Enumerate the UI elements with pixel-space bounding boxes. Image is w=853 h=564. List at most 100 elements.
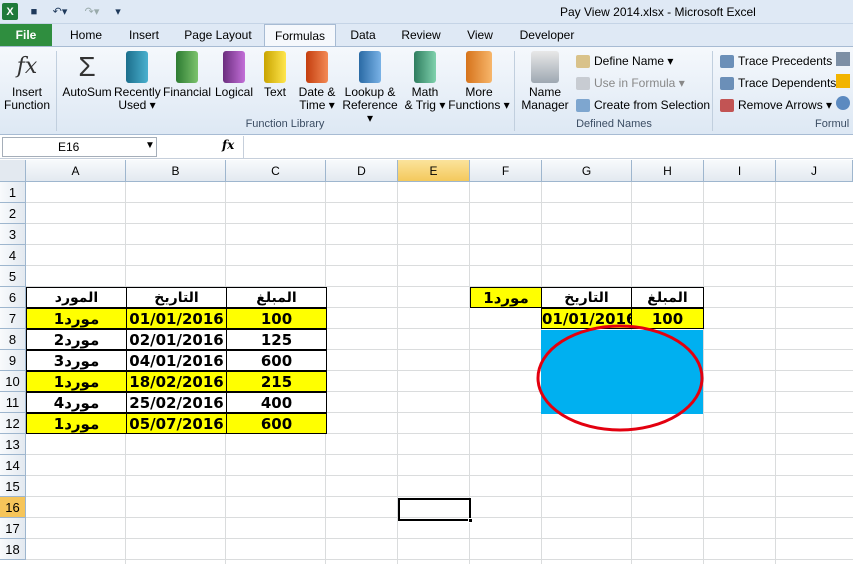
tab-review[interactable]: Review: [394, 24, 448, 47]
row-header-12[interactable]: 12: [0, 413, 26, 434]
text-button[interactable]: Text: [258, 51, 292, 99]
tab-view[interactable]: View: [456, 24, 504, 47]
grid-hline: [26, 496, 853, 497]
table-cell-amount[interactable]: 600: [226, 413, 327, 434]
column-header-c[interactable]: C: [226, 160, 326, 182]
show-formulas-icon[interactable]: [836, 52, 850, 66]
column-header-b[interactable]: B: [126, 160, 226, 182]
tab-data[interactable]: Data: [340, 24, 386, 47]
name-manager-button[interactable]: Name Manager: [520, 51, 570, 112]
table-cell-supplier[interactable]: مورد4: [26, 392, 127, 413]
table-cell-supplier[interactable]: مورد1: [26, 413, 127, 434]
evaluate-formula-icon[interactable]: [836, 96, 850, 110]
grid-hline: [26, 223, 853, 224]
column-header-a[interactable]: A: [26, 160, 126, 182]
create-from-selection-button[interactable]: Create from Selection: [576, 98, 710, 112]
row-header-16[interactable]: 16: [0, 497, 26, 518]
left-header-amount[interactable]: المبلغ: [226, 287, 327, 308]
row-header-14[interactable]: 14: [0, 455, 26, 476]
customize-toolbar-icon[interactable]: ▾: [112, 3, 124, 20]
math-trig-button[interactable]: Math & Trig ▾: [402, 51, 448, 112]
name-box-dropdown-icon[interactable]: ▼: [145, 140, 155, 151]
tab-page-layout[interactable]: Page Layout: [178, 24, 258, 47]
autosum-button[interactable]: Σ AutoSum: [60, 51, 114, 99]
undo-icon[interactable]: ↶▾: [48, 3, 72, 20]
row-header-10[interactable]: 10: [0, 371, 26, 392]
column-header-g[interactable]: G: [542, 160, 632, 182]
trace-dependents-button[interactable]: Trace Dependents: [720, 76, 836, 90]
table-cell-supplier[interactable]: مورد1: [26, 308, 127, 329]
row-header-13[interactable]: 13: [0, 434, 26, 455]
left-header-supplier[interactable]: المورد: [26, 287, 127, 308]
date-time-button[interactable]: Date & Time ▾: [296, 51, 338, 112]
trace-precedents-button[interactable]: Trace Precedents: [720, 54, 832, 68]
remove-arrows-button[interactable]: Remove Arrows ▾: [720, 98, 832, 112]
insert-function-fx-icon[interactable]: fx: [222, 138, 234, 152]
recently-used-button[interactable]: Recently Used ▾: [114, 51, 161, 112]
more-functions-button[interactable]: More Functions ▾: [448, 51, 510, 112]
table-cell-supplier[interactable]: مورد2: [26, 329, 127, 350]
active-cell-selection[interactable]: [398, 498, 473, 523]
logical-label: Logical: [214, 85, 254, 99]
right-header-date[interactable]: التاريخ: [541, 287, 632, 308]
tab-file[interactable]: File: [0, 24, 52, 47]
left-header-date[interactable]: التاريخ: [126, 287, 227, 308]
define-name-button[interactable]: Define Name ▾: [576, 54, 673, 68]
grid-hline: [26, 265, 853, 266]
select-all-corner[interactable]: [0, 160, 26, 182]
tab-insert[interactable]: Insert: [118, 24, 170, 47]
tab-developer[interactable]: Developer: [512, 24, 582, 47]
row-header-6[interactable]: 6: [0, 287, 26, 308]
row-header-4[interactable]: 4: [0, 245, 26, 266]
insert-function-button[interactable]: fx Insert Function: [2, 51, 52, 112]
table-cell-date[interactable]: 25/02/2016: [126, 392, 227, 413]
row-header-11[interactable]: 11: [0, 392, 26, 413]
table-cell-amount[interactable]: 600: [226, 350, 327, 371]
table-cell-date[interactable]: 01/01/2016: [126, 308, 227, 329]
fill-handle[interactable]: [468, 518, 473, 523]
table-cell-date[interactable]: 05/07/2016: [126, 413, 227, 434]
right-header-amount[interactable]: المبلغ: [631, 287, 704, 308]
table-cell-date[interactable]: 02/01/2016: [126, 329, 227, 350]
worksheet-grid[interactable]: ABCDEFGHIJ 1 2 3 4 5 6 7 8 9 10 11 12 13 14 15 16 17 18 ا…: [0, 160, 853, 564]
autosum-label: AutoSum: [62, 85, 112, 99]
table-cell-supplier[interactable]: مورد3: [26, 350, 127, 371]
row-header-7[interactable]: 7: [0, 308, 26, 329]
row-header-17[interactable]: 17: [0, 518, 26, 539]
column-header-f[interactable]: F: [470, 160, 542, 182]
table-cell-amount[interactable]: 215: [226, 371, 327, 392]
table-cell-supplier[interactable]: مورد1: [26, 371, 127, 392]
column-header-e[interactable]: E: [398, 160, 470, 182]
row-header-8[interactable]: 8: [0, 329, 26, 350]
table-cell-amount[interactable]: 100: [226, 308, 327, 329]
row-header-18[interactable]: 18: [0, 539, 26, 560]
use-in-formula-button[interactable]: Use in Formula ▾: [576, 76, 685, 90]
row-header-3[interactable]: 3: [0, 224, 26, 245]
row-header-2[interactable]: 2: [0, 203, 26, 224]
column-header-j[interactable]: J: [776, 160, 853, 182]
table-cell-amount[interactable]: 125: [226, 329, 327, 350]
financial-button[interactable]: Financial: [162, 51, 212, 99]
criteria-supplier-cell[interactable]: مورد1: [470, 287, 542, 308]
column-header-i[interactable]: I: [704, 160, 776, 182]
tab-home[interactable]: Home: [60, 24, 112, 47]
name-box[interactable]: E16: [2, 137, 157, 157]
table-cell-date[interactable]: 18/02/2016: [126, 371, 227, 392]
table-cell-amount[interactable]: 400: [226, 392, 327, 413]
remove-arrows-label: Remove Arrows ▾: [738, 98, 833, 112]
table-cell-date[interactable]: 04/01/2016: [126, 350, 227, 371]
row-header-9[interactable]: 9: [0, 350, 26, 371]
logical-button[interactable]: Logical: [212, 51, 256, 99]
row-header-1[interactable]: 1: [0, 182, 26, 203]
error-checking-icon[interactable]: [836, 74, 850, 88]
column-header-h[interactable]: H: [632, 160, 704, 182]
save-icon[interactable]: ■: [26, 3, 42, 20]
redo-icon[interactable]: ↷▾: [80, 3, 104, 20]
tab-formulas[interactable]: Formulas: [264, 24, 336, 47]
formula-bar: E16 ▼ fx: [0, 136, 853, 159]
more-functions-label: More: [465, 85, 493, 99]
column-header-d[interactable]: D: [326, 160, 398, 182]
row-header-5[interactable]: 5: [0, 266, 26, 287]
lookup-reference-button[interactable]: Lookup & Reference ▾: [340, 51, 400, 125]
row-header-15[interactable]: 15: [0, 476, 26, 497]
